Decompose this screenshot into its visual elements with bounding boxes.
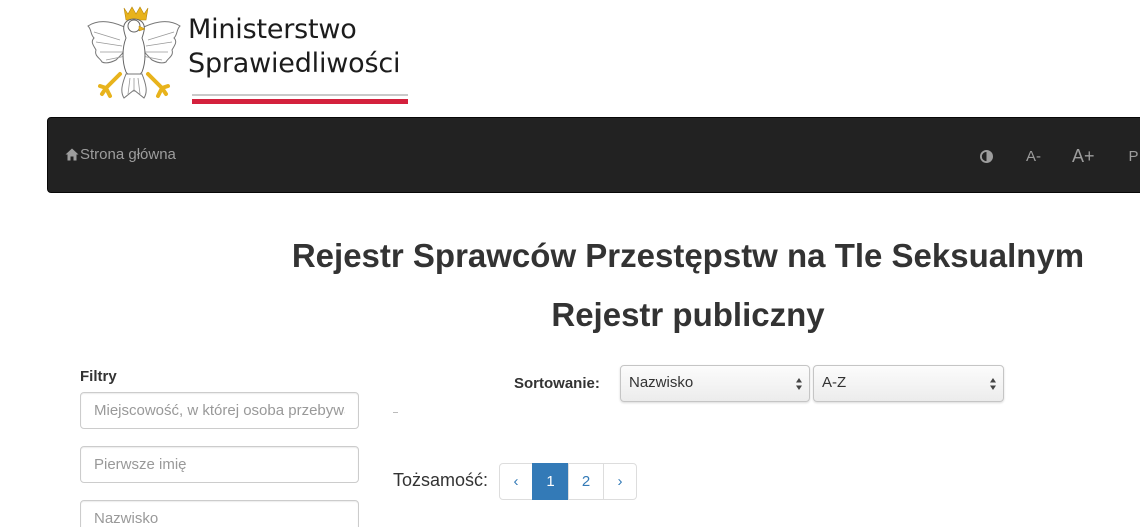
font-decrease-button[interactable]: A- [1026, 148, 1041, 165]
ministry-logo[interactable]: Ministerstwo Sprawiedliwości [86, 4, 416, 108]
nav-home-link[interactable]: Strona główna [65, 146, 176, 163]
ministry-name: Ministerstwo Sprawiedliwości [188, 13, 400, 81]
first-name-filter-input[interactable] [80, 446, 359, 483]
filters-heading: Filtry [80, 368, 117, 385]
last-name-filter-input[interactable] [80, 500, 359, 527]
page: Ministerstwo Sprawiedliwości Strona głów… [0, 0, 1140, 527]
contrast-icon[interactable] [980, 149, 993, 163]
sort-field-select[interactable]: Nazwisko [620, 365, 810, 402]
select-arrows-icon [796, 378, 802, 390]
sort-order-value: A-Z [822, 374, 847, 391]
pagination-next-button[interactable]: › [603, 463, 637, 500]
pagination-prev-button[interactable]: ‹ [499, 463, 533, 500]
sort-order-select[interactable]: A-Z [813, 365, 1004, 402]
flag-red-stripe [192, 99, 408, 104]
pagination-page-1[interactable]: 1 [532, 463, 569, 500]
divider [393, 412, 398, 413]
pagination-page-2[interactable]: 2 [568, 463, 604, 500]
select-arrows-icon [990, 378, 996, 390]
font-increase-button[interactable]: A+ [1072, 146, 1095, 167]
eagle-emblem-icon [87, 6, 181, 99]
nav-item-truncated[interactable]: P [1129, 148, 1139, 165]
main-navbar: Strona główna A- A+ P [47, 117, 1140, 193]
page-title: Rejestr Sprawców Przestępstw na Tle Seks… [291, 237, 1085, 274]
home-icon [65, 148, 79, 161]
page-subtitle: Rejestr publiczny [551, 296, 825, 333]
sort-label: Sortowanie: [514, 375, 600, 392]
nav-home-label: Strona główna [80, 146, 176, 163]
identity-pagination-label: Tożsamość: [393, 470, 489, 490]
sort-field-value: Nazwisko [629, 374, 694, 391]
location-filter-input[interactable] [80, 392, 359, 429]
flag-white-stripe [192, 94, 408, 96]
ministry-name-line1: Ministerstwo [188, 14, 357, 45]
accessibility-controls: A- A+ P [980, 142, 1139, 170]
ministry-name-line2: Sprawiedliwości [188, 48, 401, 79]
pagination: ‹ 1 2 › [499, 463, 637, 500]
